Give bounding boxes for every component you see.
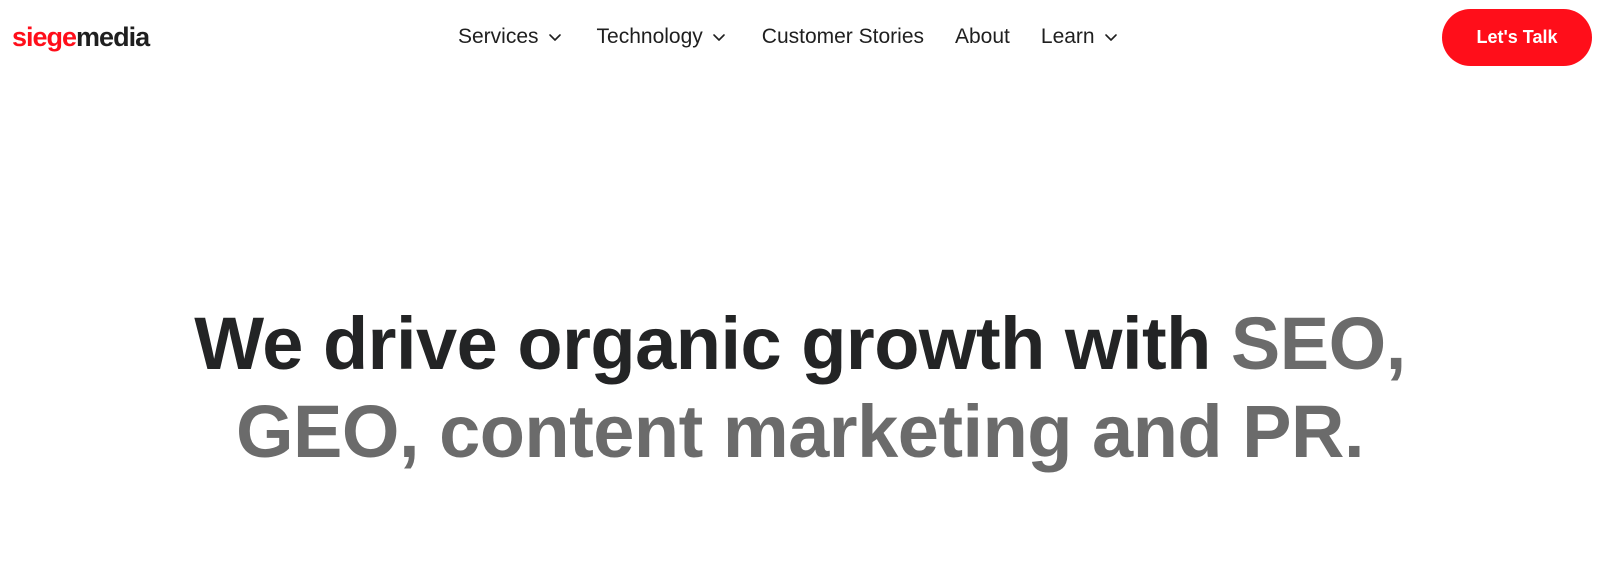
nav-item-label: About [955,25,1010,48]
logo-part-siege: siege [12,22,77,52]
nav-item-technology[interactable]: Technology [597,20,727,54]
chevron-down-icon [548,34,561,41]
site-header: siegemedia Services Technology Customer … [0,0,1600,76]
lets-talk-button[interactable]: Let's Talk [1442,9,1592,66]
nav-item-label: Technology [596,25,703,48]
nav-item-label: Services [458,25,539,48]
nav-item-label: Learn [1040,25,1095,48]
hero-line2-grey: GEO, content marketing and PR. [235,390,1365,473]
chevron-down-icon [1104,34,1117,41]
logo-part-media: media [76,22,150,52]
hero-line1-dark: We drive organic growth with [194,302,1231,385]
nav-item-customer-stories[interactable]: Customer Stories [762,20,924,54]
nav-item-about[interactable]: About [955,20,1010,54]
hero-line1-grey: SEO, [1230,302,1406,385]
nav-item-services[interactable]: Services [458,20,563,54]
chevron-down-icon [712,34,725,41]
nav-item-label: Customer Stories [761,25,924,48]
siegemedia-logo[interactable]: siegemedia [12,20,150,54]
hero-headline: We drive organic growth with SEO, GEO, c… [0,300,1600,476]
nav-item-learn[interactable]: Learn [1041,20,1119,54]
main-nav: Services Technology Customer Stories Abo… [458,20,1119,54]
